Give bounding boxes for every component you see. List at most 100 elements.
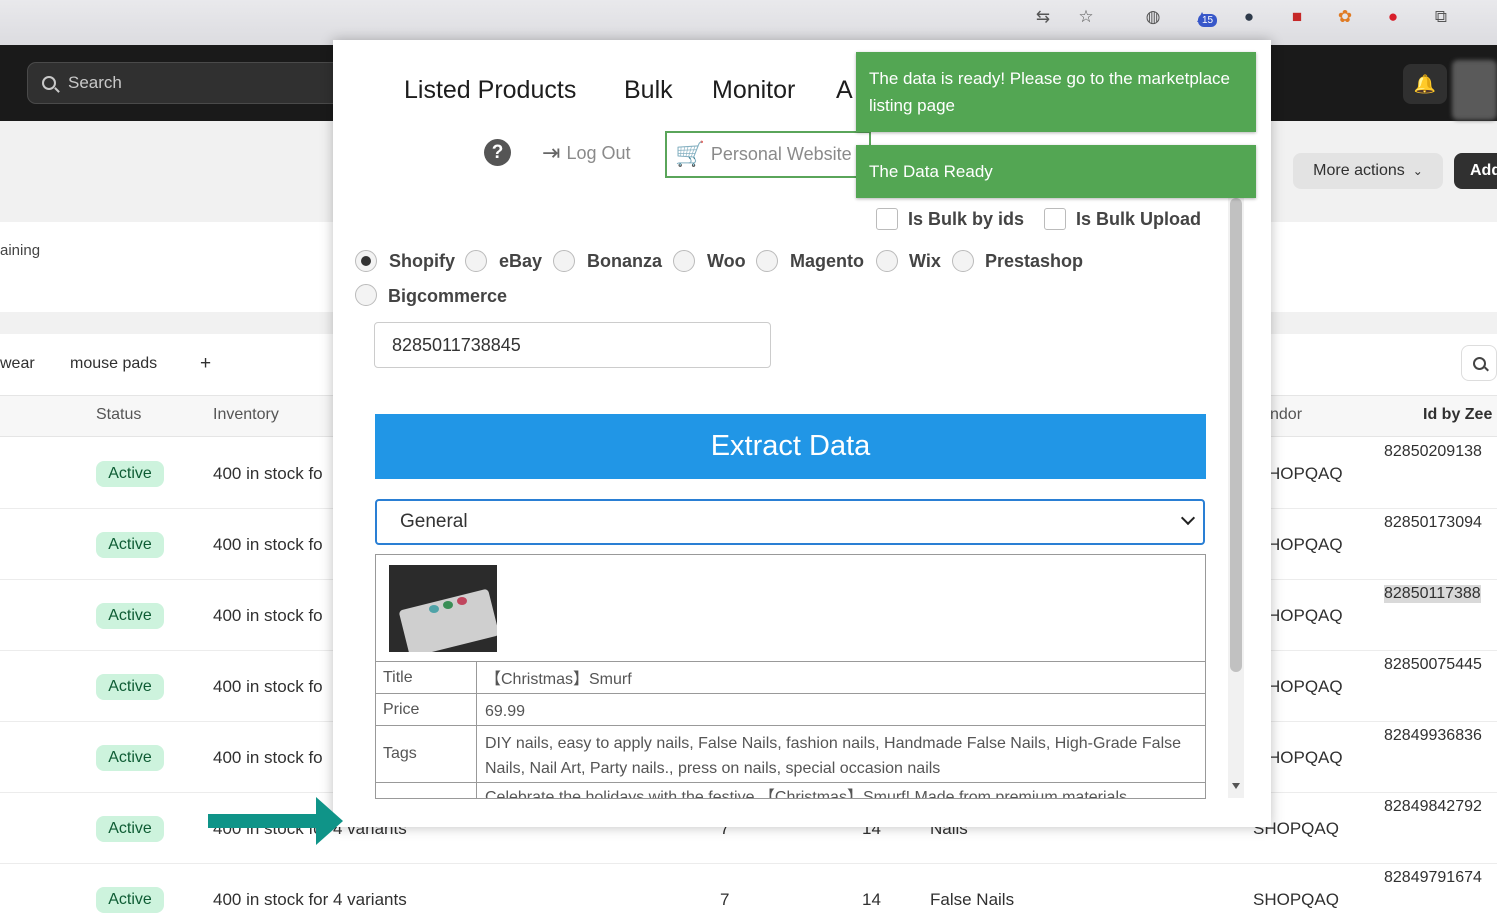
- column-status[interactable]: Status: [96, 406, 141, 424]
- personal-website-label: Personal Website: [710, 144, 852, 164]
- globe-extension-icon[interactable]: ◍: [1140, 4, 1166, 30]
- description-value: Celebrate the holidays with the festive …: [485, 789, 1128, 799]
- admin-search-input[interactable]: Search: [27, 62, 347, 104]
- vendor-cell: HOPQAQ: [1268, 677, 1343, 696]
- inventory-cell: 400 in stock for 4 variants: [213, 890, 407, 909]
- vendor-cell: HOPQAQ: [1268, 464, 1343, 483]
- id-cell: 82850173094: [1384, 514, 1482, 531]
- scroll-down-arrow-icon[interactable]: [1232, 783, 1240, 789]
- tab-wear[interactable]: wear: [0, 355, 35, 373]
- nav-listed-products[interactable]: Listed Products: [404, 76, 576, 105]
- price-label: Price: [376, 694, 477, 725]
- label-bigcommerce: Bigcommerce: [388, 286, 508, 306]
- count-cell: 14: [862, 890, 881, 909]
- status-badge: Active: [96, 532, 164, 558]
- product-details-table: Title 【Christmas】Smurf Price 69.99 Tags …: [375, 554, 1206, 799]
- radio-wix[interactable]: [876, 250, 898, 272]
- radio-bigcommerce[interactable]: [355, 284, 377, 306]
- translate-icon[interactable]: ⇆: [1030, 4, 1056, 30]
- help-icon[interactable]: ?: [484, 139, 511, 166]
- view-select[interactable]: General: [375, 499, 1205, 545]
- remaining-text: aining: [0, 242, 41, 259]
- tags-label: Tags: [376, 726, 477, 782]
- radio-magento[interactable]: [756, 250, 778, 272]
- vendor-cell: HOPQAQ: [1268, 748, 1343, 767]
- column-id-by-zee[interactable]: Id by Zee: [1423, 406, 1492, 424]
- profile-extension-icon[interactable]: ●: [1236, 4, 1262, 30]
- annotation-arrow-shaft: [208, 814, 318, 828]
- bulk-by-ids-label: Is Bulk by ids: [908, 209, 1025, 229]
- filter-search-button[interactable]: [1461, 345, 1497, 381]
- radio-prestashop[interactable]: [952, 250, 974, 272]
- price-row: Price 69.99: [376, 693, 1205, 725]
- label-woo: Woo: [707, 251, 746, 271]
- nav-bulk[interactable]: Bulk: [624, 76, 673, 105]
- column-vendor[interactable]: ndor: [1270, 406, 1302, 424]
- description-label: [376, 783, 477, 798]
- title-value: 【Christmas】Smurf: [485, 671, 632, 688]
- id-cell: 82849842792: [1384, 798, 1482, 815]
- more-actions-label: More actions: [1313, 162, 1405, 179]
- pinterest-icon[interactable]: ●: [1380, 4, 1406, 30]
- bookmark-star-icon[interactable]: ☆: [1073, 4, 1099, 30]
- label-bonanza: Bonanza: [587, 251, 663, 271]
- status-badge: Active: [96, 461, 164, 487]
- vendor-cell: SHOPQAQ: [1253, 890, 1339, 909]
- data-ready-toast[interactable]: The data is ready! Please go to the mark…: [856, 52, 1256, 132]
- nav-monitor[interactable]: Monitor: [712, 76, 795, 105]
- label-magento: Magento: [790, 251, 864, 271]
- extract-data-button[interactable]: Extract Data: [375, 414, 1206, 479]
- column-inventory[interactable]: Inventory: [213, 406, 279, 424]
- label-ebay: eBay: [499, 251, 543, 271]
- title-label: Title: [376, 662, 477, 693]
- sign-out-icon: ⇥: [542, 140, 561, 165]
- vendor-cell: HOPQAQ: [1268, 606, 1343, 625]
- label-prestashop: Prestashop: [985, 251, 1084, 271]
- id-cell: 82850075445: [1384, 656, 1482, 673]
- id-cell: 82849936836: [1384, 727, 1482, 744]
- inventory-cell: 400 in stock fo: [213, 464, 323, 483]
- radio-woo[interactable]: [673, 250, 695, 272]
- notifications-bell-icon[interactable]: 🔔: [1403, 64, 1447, 104]
- label-shopify: Shopify: [389, 251, 455, 271]
- bulk-upload-label: Is Bulk Upload: [1076, 209, 1202, 229]
- scrollbar-thumb[interactable]: [1230, 198, 1242, 672]
- shopify-s-extension-icon[interactable]: ■: [1284, 4, 1310, 30]
- tags-value: DIY nails, easy to apply nails, False Na…: [485, 735, 1182, 777]
- search-icon: [42, 76, 56, 90]
- bulk-upload-checkbox[interactable]: [1044, 208, 1066, 230]
- product-id-input[interactable]: [374, 322, 771, 368]
- puzzle-orange-extension-icon[interactable]: ✿: [1332, 4, 1358, 30]
- search-icon: [1472, 356, 1486, 370]
- type-cell: False Nails: [930, 890, 1015, 909]
- personal-website-button[interactable]: 🛒 Personal Website: [665, 131, 871, 178]
- radio-shopify[interactable]: [355, 250, 377, 272]
- add-view-button[interactable]: +: [200, 353, 211, 375]
- data-ready-short-toast[interactable]: The Data Ready: [856, 145, 1256, 198]
- bulk-by-ids-checkbox[interactable]: [876, 208, 898, 230]
- row-divider: [0, 863, 1497, 864]
- extensions-puzzle-icon[interactable]: ⧉: [1428, 4, 1454, 30]
- title-row: Title 【Christmas】Smurf: [376, 661, 1205, 693]
- status-badge: Active: [96, 603, 164, 629]
- nav-truncated[interactable]: A: [836, 76, 853, 105]
- chevron-down-icon: [1180, 510, 1196, 526]
- tab-mouse-pads[interactable]: mouse pads: [70, 355, 157, 373]
- extension-badge: 15: [1198, 14, 1218, 27]
- add-product-button[interactable]: Add: [1454, 153, 1497, 189]
- more-actions-button[interactable]: More actions ⌄: [1293, 153, 1443, 189]
- popup-scrollbar[interactable]: [1228, 198, 1244, 798]
- id-cell: 82850209138: [1384, 443, 1482, 460]
- logout-button[interactable]: ⇥ Log Out: [542, 140, 630, 166]
- status-badge: Active: [96, 887, 164, 913]
- product-image: [389, 565, 497, 652]
- status-badge: Active: [96, 674, 164, 700]
- avatar[interactable]: [1452, 60, 1497, 120]
- status-badge: Active: [96, 745, 164, 771]
- tags-row: Tags DIY nails, easy to apply nails, Fal…: [376, 725, 1205, 782]
- price-value: 69.99: [485, 703, 526, 720]
- radio-ebay[interactable]: [465, 250, 487, 272]
- radio-bonanza[interactable]: [553, 250, 575, 272]
- inventory-cell: 400 in stock fo: [213, 677, 323, 696]
- browser-toolbar: ⇆ ☆ ◍ ▲ 15 ● ■ ✿ ● ⧉: [0, 0, 1497, 45]
